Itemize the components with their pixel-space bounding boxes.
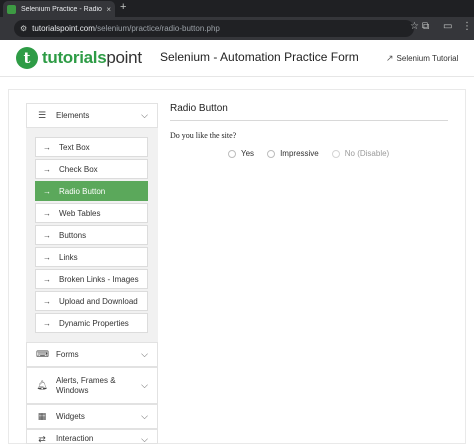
bell-icon: 🔔︎ xyxy=(36,380,48,390)
radio-no-disabled xyxy=(331,149,340,158)
external-link-icon: ↗ xyxy=(386,53,394,63)
arrow-right-icon: → xyxy=(43,274,51,284)
accordion-alerts-label: Alerts, Frames & Windows xyxy=(56,376,116,396)
accordion-interaction[interactable]: ⇄ Interaction ⌵ xyxy=(26,429,158,444)
keyboard-icon: ⌨ xyxy=(36,349,49,359)
sidebar-item-label: Upload and Download xyxy=(59,296,138,306)
arrow-right-icon: → xyxy=(43,142,51,152)
chevron-down-icon: ⌵ xyxy=(141,434,148,444)
arrow-right-icon: → xyxy=(43,230,51,240)
sidebar-item-dynamic-properties[interactable]: → Dynamic Properties xyxy=(35,313,148,333)
favicon-icon xyxy=(7,4,16,14)
accordion-elements[interactable]: ☰ Elements ⌵ xyxy=(26,103,158,128)
accordion-alerts-label-line2: Windows xyxy=(56,385,89,395)
logo-text[interactable]: tutorialspoint xyxy=(42,48,142,68)
browser-tab[interactable]: Selenium Practice - Radio Bu... × xyxy=(3,1,115,17)
logo-text-bold: tutorials xyxy=(42,48,107,67)
page-title: Selenium - Automation Practice Form xyxy=(160,50,359,64)
question-text: Do you like the site? xyxy=(170,131,237,140)
sidebar-item-label: Text Box xyxy=(59,142,90,152)
tab-title: Selenium Practice - Radio Bu... xyxy=(21,5,103,13)
panel-title: Radio Button xyxy=(170,103,228,114)
accordion-forms[interactable]: ⌨ Forms ⌵ xyxy=(26,342,158,367)
close-tab-icon[interactable]: × xyxy=(106,5,111,14)
sidebar-item-buttons[interactable]: → Buttons xyxy=(35,225,148,245)
radio-impressive-label[interactable]: Impressive xyxy=(280,149,319,158)
arrow-right-icon: → xyxy=(43,252,51,262)
selenium-tutorial-link[interactable]: ↗ Selenium Tutorial xyxy=(386,53,458,64)
logo-text-thin: point xyxy=(106,48,142,67)
sidebar-item-links[interactable]: → Links xyxy=(35,247,148,267)
radio-yes-label[interactable]: Yes xyxy=(241,149,254,158)
browser-toolbar: ⚙ tutorialspoint.com/selenium/practice/r… xyxy=(0,17,474,40)
sidebar-item-label: Links xyxy=(59,252,78,262)
chevron-down-icon: ⌵ xyxy=(141,380,148,390)
arrow-right-icon: → xyxy=(43,186,51,196)
accordion-forms-label: Forms xyxy=(56,350,79,359)
url-host: tutorialspoint.com xyxy=(32,24,95,33)
tutorialspoint-logo-icon[interactable]: t xyxy=(16,47,38,69)
accordion-widgets-label: Widgets xyxy=(56,412,85,421)
hamburger-icon: ☰ xyxy=(37,110,47,120)
site-header: t tutorialspoint Selenium - Automation P… xyxy=(0,40,474,77)
extensions-icon[interactable]: ⧉ xyxy=(422,21,429,32)
menu-dots-icon[interactable]: ⋮ xyxy=(462,21,472,32)
sidebar-item-label: Radio Button xyxy=(59,186,106,196)
grid-icon: ▦ xyxy=(37,411,47,421)
sidebar-item-label: Web Tables xyxy=(59,208,101,218)
arrow-right-icon: → xyxy=(43,318,51,328)
sidebar-item-upload-download[interactable]: → Upload and Download xyxy=(35,291,148,311)
new-tab-button[interactable]: + xyxy=(120,1,126,13)
sidebar-panel-icon[interactable]: ▭ xyxy=(443,21,452,32)
accordion-interaction-label: Interaction xyxy=(56,434,94,443)
chevron-down-icon: ⌵ xyxy=(141,110,148,120)
sidebar-item-check-box[interactable]: → Check Box xyxy=(35,159,148,179)
sidebar-item-label: Dynamic Properties xyxy=(59,318,129,328)
radio-group: Yes Impressive No (Disable) xyxy=(228,149,402,158)
radio-no-label: No (Disable) xyxy=(344,149,390,158)
arrow-right-icon: → xyxy=(43,208,51,218)
divider xyxy=(170,120,448,121)
sidebar-item-text-box[interactable]: → Text Box xyxy=(35,137,148,157)
accordion-widgets[interactable]: ▦ Widgets ⌵ xyxy=(26,404,158,429)
radio-impressive[interactable] xyxy=(267,149,276,158)
swap-icon: ⇄ xyxy=(38,434,46,444)
address-bar[interactable]: ⚙ tutorialspoint.com/selenium/practice/r… xyxy=(14,20,419,37)
sidebar-item-web-tables[interactable]: → Web Tables xyxy=(35,203,148,223)
accordion-alerts-frames-windows[interactable]: 🔔︎ Alerts, Frames & Windows ⌵ xyxy=(26,367,158,404)
url-path: /selenium/practice/radio-button.php xyxy=(94,24,220,33)
accordion-elements-label: Elements xyxy=(56,111,90,120)
arrow-right-icon: → xyxy=(43,296,51,306)
sidebar-item-label: Broken Links - Images xyxy=(59,274,139,284)
sidebar-item-label: Buttons xyxy=(59,230,87,240)
chevron-down-icon: ⌵ xyxy=(141,349,148,359)
sidebar-item-radio-button[interactable]: → Radio Button xyxy=(35,181,148,201)
browser-tab-strip: Selenium Practice - Radio Bu... × + xyxy=(0,0,474,17)
sidebar-item-broken-links[interactable]: → Broken Links - Images xyxy=(35,269,148,289)
bookmark-star-icon[interactable]: ☆ xyxy=(410,21,419,32)
selenium-tutorial-label: Selenium Tutorial xyxy=(396,54,459,63)
radio-yes[interactable] xyxy=(228,149,236,158)
sidebar-item-label: Check Box xyxy=(59,164,98,174)
site-info-icon[interactable]: ⚙ xyxy=(20,24,27,33)
chevron-down-icon: ⌵ xyxy=(141,411,148,421)
arrow-right-icon: → xyxy=(43,164,51,174)
accordion-alerts-label-line1: Alerts, Frames & xyxy=(56,375,116,385)
